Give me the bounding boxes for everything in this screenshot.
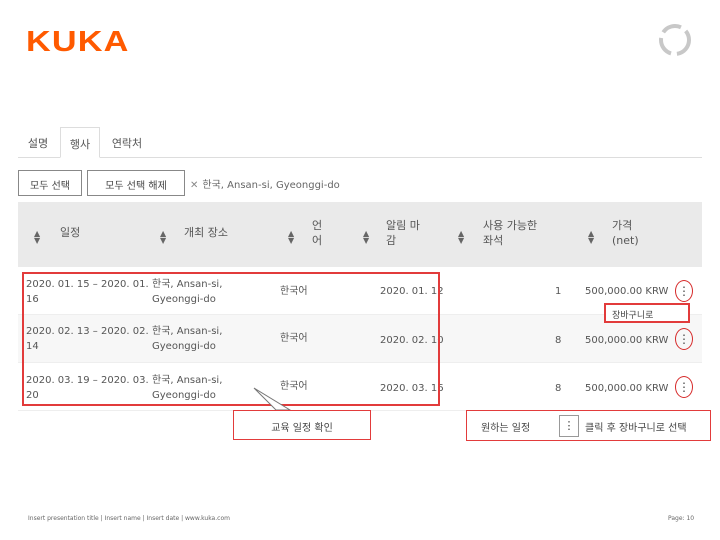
- footer-info: Insert presentation title | Insert name …: [28, 515, 230, 522]
- sort-icon[interactable]: ▲ ▼: [160, 230, 166, 245]
- schedule-callout: 교육 일정 확인: [233, 410, 371, 440]
- seats-cell: 8: [555, 383, 562, 394]
- highlight-circle: [675, 376, 693, 398]
- active-filter-tag[interactable]: ✕ 한국, Ansan-si, Gyeonggi-do: [190, 176, 340, 191]
- header-language-line2: 어: [312, 234, 323, 247]
- header-deadline-line1: 알림 마: [386, 219, 420, 232]
- tab-events[interactable]: 행사: [60, 127, 100, 158]
- header-deadline-line2: 감: [386, 234, 397, 247]
- schedule-highlight-box: [22, 272, 440, 406]
- header-price[interactable]: 가격 (net): [612, 218, 639, 248]
- seats-cell: 8: [555, 335, 562, 346]
- sort-icon[interactable]: ▲ ▼: [34, 230, 40, 245]
- price-cell: 500,000.00 KRW: [585, 286, 669, 297]
- tab-description[interactable]: 설명: [18, 127, 58, 158]
- highlight-circle: [675, 280, 693, 302]
- sort-icon[interactable]: ▲ ▼: [363, 230, 369, 245]
- header-price-line1: 가격: [612, 219, 633, 232]
- sort-icon[interactable]: ▲ ▼: [458, 230, 464, 245]
- instruction-text-after: 클릭 후 장바구니로 선택: [585, 423, 687, 434]
- clear-all-button[interactable]: 모두 선택 해제: [87, 170, 185, 196]
- instruction-callout: 원하는 일정 ⋮ 클릭 후 장바구니로 선택: [466, 410, 711, 441]
- more-options-icon: ⋮: [559, 415, 579, 437]
- select-all-button[interactable]: 모두 선택: [18, 170, 82, 196]
- tab-contact[interactable]: 연락처: [104, 127, 150, 158]
- header-seats[interactable]: 사용 가능한 좌석: [483, 218, 537, 248]
- schedule-callout-text: 교육 일정 확인: [271, 423, 333, 434]
- header-deadline[interactable]: 알림 마 감: [386, 218, 420, 248]
- table-header: ▲ ▼ 일정 ▲ ▼ 개최 장소 ▲ ▼ 언 어 ▲ ▼ 알림 마 감 ▲ ▼ 사용 가능…: [18, 202, 702, 267]
- instruction-text-before: 원하는 일정: [481, 423, 531, 434]
- sort-icon[interactable]: ▲ ▼: [288, 230, 294, 245]
- page-number: Page: 10: [668, 515, 695, 522]
- x-icon[interactable]: ✕: [190, 180, 198, 191]
- highlight-circle: [675, 328, 693, 350]
- header-schedule[interactable]: 일정: [60, 225, 80, 240]
- header-seats-line1: 사용 가능한: [483, 219, 538, 232]
- header-price-line2: (net): [612, 234, 639, 247]
- header-seats-line2: 좌석: [483, 234, 504, 247]
- add-to-cart-menu-item[interactable]: 장바구니로: [604, 303, 690, 323]
- price-cell: 500,000.00 KRW: [585, 335, 669, 346]
- tab-bar: 설명 행사 연락처: [18, 127, 702, 158]
- header-language-line1: 언: [312, 219, 323, 232]
- kuka-logo: KUKA: [26, 26, 130, 58]
- price-cell: 500,000.00 KRW: [585, 383, 669, 394]
- sort-icon[interactable]: ▲ ▼: [588, 230, 594, 245]
- active-filter-label: 한국, Ansan-si, Gyeonggi-do: [202, 180, 340, 191]
- seats-cell: 1: [555, 286, 562, 297]
- header-language[interactable]: 언 어: [312, 218, 322, 248]
- header-location[interactable]: 개최 장소: [184, 225, 228, 240]
- loading-ring-icon: [659, 24, 691, 56]
